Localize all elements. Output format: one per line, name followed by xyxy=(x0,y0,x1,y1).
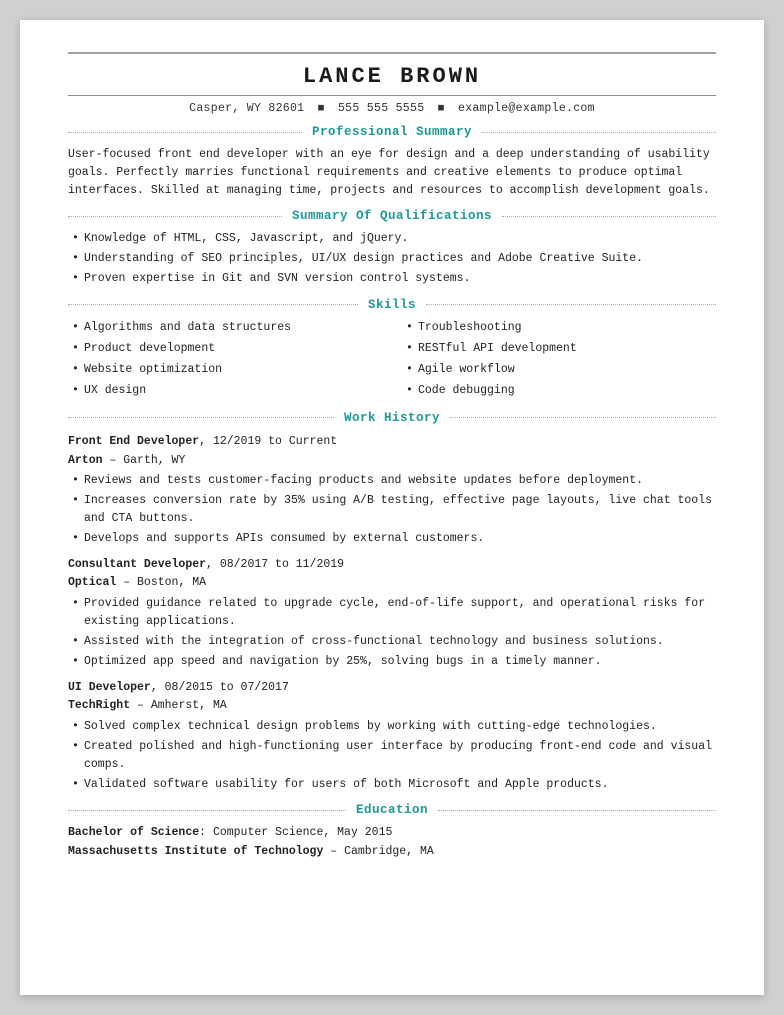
list-item: Validated software usability for users o… xyxy=(68,776,716,794)
section-line-left-e xyxy=(68,810,346,811)
list-item: Increases conversion rate by 35% using A… xyxy=(68,492,716,528)
contact-city: Casper, WY 82601 xyxy=(189,102,304,115)
section-line-right-w xyxy=(450,417,716,418)
list-item: Knowledge of HTML, CSS, Javascript, and … xyxy=(68,230,716,248)
job-location-2: – Boston, MA xyxy=(116,576,206,589)
job-dates-3: , 08/2015 to 07/2017 xyxy=(151,681,289,694)
section-header-work: Work History xyxy=(68,411,716,425)
job-company-line-3: TechRight – Amherst, MA xyxy=(68,697,716,715)
company-name-2: Optical xyxy=(68,576,116,589)
section-line-right-s xyxy=(426,304,716,305)
candidate-name: Lance Brown xyxy=(68,64,716,89)
job-title-1: Front End Developer xyxy=(68,435,199,448)
job-company-line-1: Arton – Garth, WY xyxy=(68,452,716,470)
section-line-right xyxy=(482,132,716,133)
contact-sep2: ■ xyxy=(438,102,445,115)
contact-sep1: ■ xyxy=(318,102,325,115)
contact-email: example@example.com xyxy=(458,102,595,115)
section-line-left xyxy=(68,132,302,133)
top-border xyxy=(68,52,716,54)
section-line-right-e xyxy=(438,810,716,811)
list-item: RESTful API development xyxy=(402,340,716,359)
qualifications-list: Knowledge of HTML, CSS, Javascript, and … xyxy=(68,230,716,287)
job-title-line-3: UI Developer, 08/2015 to 07/2017 xyxy=(68,679,716,697)
job-title-line-1: Front End Developer, 12/2019 to Current xyxy=(68,433,716,451)
section-title-qualifications: Summary Of Qualifications xyxy=(282,209,502,223)
list-item: Understanding of SEO principles, UI/UX d… xyxy=(68,250,716,268)
section-line-left-s xyxy=(68,304,358,305)
job-bullets-2: Provided guidance related to upgrade cyc… xyxy=(68,595,716,670)
list-item: Product development xyxy=(68,340,382,359)
section-title-summary: Professional Summary xyxy=(302,125,482,139)
list-item: Created polished and high-functioning us… xyxy=(68,738,716,774)
job-bullets-1: Reviews and tests customer-facing produc… xyxy=(68,472,716,547)
edu-location: Cambridge, MA xyxy=(344,845,434,858)
job-title-3: UI Developer xyxy=(68,681,151,694)
section-title-education: Education xyxy=(346,803,438,817)
list-item: Website optimization xyxy=(68,361,382,380)
education-institution-line: Massachusetts Institute of Technology – … xyxy=(68,843,716,861)
edu-field: Computer Science, May 2015 xyxy=(213,826,392,839)
section-header-skills: Skills xyxy=(68,298,716,312)
section-line-left-w xyxy=(68,417,334,418)
resume-page: Lance Brown Casper, WY 82601 ■ 555 555 5… xyxy=(20,20,764,995)
summary-text: User-focused front end developer with an… xyxy=(68,146,716,199)
list-item: Assisted with the integration of cross-f… xyxy=(68,633,716,651)
section-title-work: Work History xyxy=(334,411,450,425)
skills-list: Algorithms and data structures Troublesh… xyxy=(68,319,716,401)
section-header-education: Education xyxy=(68,803,716,817)
list-item: Code debugging xyxy=(402,382,716,401)
section-title-skills: Skills xyxy=(358,298,426,312)
section-header-qualifications: Summary Of Qualifications xyxy=(68,209,716,223)
list-item: Optimized app speed and navigation by 25… xyxy=(68,653,716,671)
job-title-line-2: Consultant Developer, 08/2017 to 11/2019 xyxy=(68,556,716,574)
name-underline xyxy=(68,95,716,96)
company-name-3: TechRight xyxy=(68,699,130,712)
section-line-right-q xyxy=(502,216,716,217)
list-item: UX design xyxy=(68,382,382,401)
contact-line: Casper, WY 82601 ■ 555 555 5555 ■ exampl… xyxy=(68,102,716,115)
list-item: Algorithms and data structures xyxy=(68,319,382,338)
list-item: Provided guidance related to upgrade cyc… xyxy=(68,595,716,631)
list-item: Solved complex technical design problems… xyxy=(68,718,716,736)
job-bullets-3: Solved complex technical design problems… xyxy=(68,718,716,793)
section-line-left-q xyxy=(68,216,282,217)
job-location-3: – Amherst, MA xyxy=(130,699,227,712)
company-name-1: Arton xyxy=(68,454,103,467)
contact-phone: 555 555 5555 xyxy=(338,102,424,115)
education-degree-line: Bachelor of Science: Computer Science, M… xyxy=(68,824,716,842)
edu-institution: Massachusetts Institute of Technology xyxy=(68,845,323,858)
job-dates-1: , 12/2019 to Current xyxy=(199,435,337,448)
list-item: Troubleshooting xyxy=(402,319,716,338)
name-section: Lance Brown xyxy=(68,64,716,89)
job-location-1: – Garth, WY xyxy=(103,454,186,467)
job-title-2: Consultant Developer xyxy=(68,558,206,571)
list-item: Proven expertise in Git and SVN version … xyxy=(68,270,716,288)
job-company-line-2: Optical – Boston, MA xyxy=(68,574,716,592)
job-dates-2: , 08/2017 to 11/2019 xyxy=(206,558,344,571)
edu-degree: Bachelor of Science xyxy=(68,826,199,839)
list-item: Agile workflow xyxy=(402,361,716,380)
list-item: Develops and supports APIs consumed by e… xyxy=(68,530,716,548)
section-header-summary: Professional Summary xyxy=(68,125,716,139)
list-item: Reviews and tests customer-facing produc… xyxy=(68,472,716,490)
